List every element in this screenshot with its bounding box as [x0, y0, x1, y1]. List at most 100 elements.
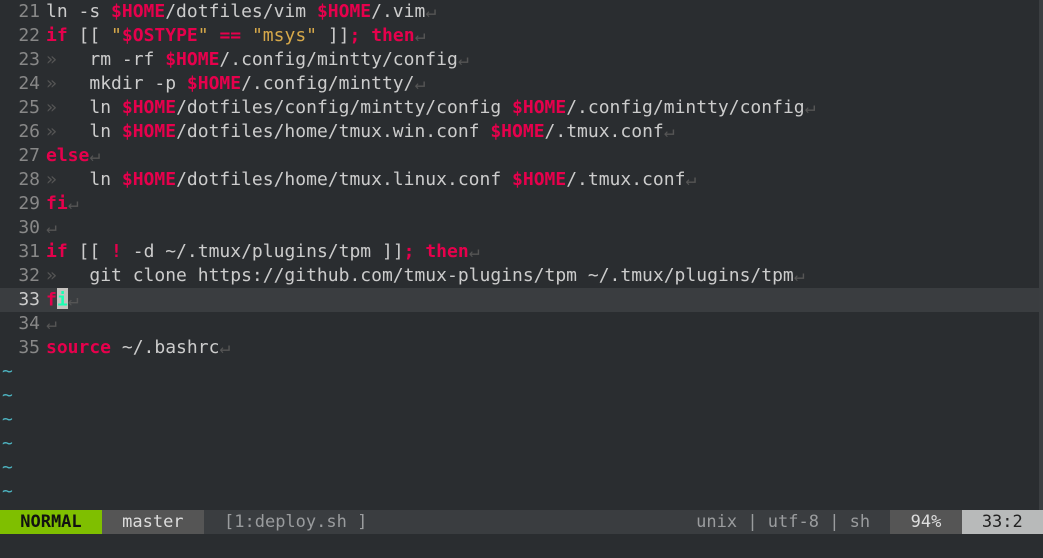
token-fg: git clone https://github.com/tmux-plugin…	[89, 265, 793, 286]
line-number: 32	[0, 264, 46, 288]
code-line[interactable]: 32» git clone https://github.com/tmux-pl…	[0, 264, 1043, 288]
tilde-icon: ~	[0, 456, 46, 480]
code-line[interactable]: 28» ln $HOME/dotfiles/home/tmux.linux.co…	[0, 168, 1043, 192]
empty-line: ~	[0, 360, 1043, 384]
token-fg	[209, 25, 220, 46]
buffer-name-segment: [1:deploy.sh ]	[204, 510, 378, 534]
token-var: $HOME	[165, 49, 219, 70]
code-line[interactable]: 31if [[ ! -d ~/.tmux/plugins/tpm ]]; the…	[0, 240, 1043, 264]
tilde-icon: ~	[0, 480, 46, 504]
token-eol: ↵	[664, 121, 675, 142]
code-line[interactable]: 26» ln $HOME/dotfiles/home/tmux.win.conf…	[0, 120, 1043, 144]
token-var: $HOME	[512, 97, 566, 118]
code-line[interactable]: 24» mkdir -p $HOME/.config/mintty/↵	[0, 72, 1043, 96]
token-op: ;	[404, 241, 415, 262]
token-op: !	[111, 241, 122, 262]
line-number: 21	[0, 0, 46, 24]
token-ws: »	[46, 169, 89, 190]
token-op: ==	[219, 25, 241, 46]
code-line[interactable]: 30↵	[0, 216, 1043, 240]
line-number: 29	[0, 192, 46, 216]
line-content[interactable]: if [[ ! -d ~/.tmux/plugins/tpm ]]; then↵	[46, 240, 1043, 264]
line-content[interactable]: » mkdir -p $HOME/.config/mintty/↵	[46, 72, 1043, 96]
token-fg	[241, 25, 252, 46]
code-line[interactable]: 23» rm -rf $HOME/.config/mintty/config↵	[0, 48, 1043, 72]
line-number: 34	[0, 312, 46, 336]
line-number: 28	[0, 168, 46, 192]
line-number: 33	[0, 288, 46, 312]
code-line[interactable]: 34↵	[0, 312, 1043, 336]
vertical-scrollbar[interactable]	[1039, 0, 1043, 510]
line-content[interactable]: » ln $HOME/dotfiles/config/mintty/config…	[46, 96, 1043, 120]
code-line[interactable]: 27else↵	[0, 144, 1043, 168]
line-number: 35	[0, 336, 46, 360]
tilde-icon: ~	[0, 432, 46, 456]
line-number: 27	[0, 144, 46, 168]
token-op: ;	[350, 25, 361, 46]
token-eol: ↵	[68, 289, 79, 310]
line-content[interactable]: ln -s $HOME/dotfiles/vim $HOME/.vim↵	[46, 0, 1043, 24]
line-number: 26	[0, 120, 46, 144]
token-str: "	[111, 25, 122, 46]
token-kw: then	[371, 25, 414, 46]
code-line[interactable]: 33fi↵	[0, 288, 1043, 312]
token-ws: »	[46, 97, 89, 118]
token-fg: /dotfiles/vim	[165, 1, 317, 22]
code-line[interactable]: 35source ~/.bashrc↵	[0, 336, 1043, 360]
code-area[interactable]: 21ln -s $HOME/dotfiles/vim $HOME/.vim↵22…	[0, 0, 1043, 510]
token-fg: ln	[89, 121, 122, 142]
token-fg: /dotfiles/home/tmux.linux.conf	[176, 169, 512, 190]
token-fg: mkdir -p	[89, 73, 187, 94]
token-fg	[360, 25, 371, 46]
token-fg: /.config/mintty/config	[566, 97, 804, 118]
line-content[interactable]: else↵	[46, 144, 1043, 168]
line-number: 22	[0, 24, 46, 48]
code-line[interactable]: 25» ln $HOME/dotfiles/config/mintty/conf…	[0, 96, 1043, 120]
token-var: $HOME	[187, 73, 241, 94]
token-fg: ln	[89, 169, 122, 190]
token-fg: -d ~/.tmux/plugins/tpm ]]	[122, 241, 404, 262]
command-line[interactable]	[0, 534, 1043, 558]
line-content[interactable]: ↵	[46, 216, 1043, 240]
empty-line: ~	[0, 408, 1043, 432]
empty-line: ~	[0, 456, 1043, 480]
token-eol: ↵	[46, 217, 57, 238]
tilde-icon: ~	[0, 384, 46, 408]
token-fg: /dotfiles/config/mintty/config	[176, 97, 512, 118]
cursor-position-segment: 33:2	[962, 510, 1043, 534]
token-kw: then	[425, 241, 468, 262]
code-line[interactable]: 22if [[ "$OSTYPE" == "msys" ]]; then↵	[0, 24, 1043, 48]
line-number: 25	[0, 96, 46, 120]
line-content[interactable]: ↵	[46, 312, 1043, 336]
scroll-percent-segment: 94%	[890, 510, 961, 534]
token-var: $HOME	[512, 169, 566, 190]
tilde-icon: ~	[0, 360, 46, 384]
line-number: 23	[0, 48, 46, 72]
token-fg	[415, 241, 426, 262]
token-eol: ↵	[219, 337, 230, 358]
token-kw: source	[46, 337, 111, 358]
empty-line: ~	[0, 432, 1043, 456]
line-content[interactable]: » ln $HOME/dotfiles/home/tmux.win.conf $…	[46, 120, 1043, 144]
token-fg: ln -s	[46, 1, 111, 22]
token-fg: [[	[68, 25, 111, 46]
token-fg: /.tmux.conf	[566, 169, 685, 190]
line-content[interactable]: source ~/.bashrc↵	[46, 336, 1043, 360]
line-content[interactable]: » git clone https://github.com/tmux-plug…	[46, 264, 1043, 288]
token-var: $HOME	[490, 121, 544, 142]
token-eol: ↵	[458, 49, 469, 70]
token-ws: »	[46, 121, 89, 142]
line-content[interactable]: » ln $HOME/dotfiles/home/tmux.linux.conf…	[46, 168, 1043, 192]
line-content[interactable]: » rm -rf $HOME/.config/mintty/config↵	[46, 48, 1043, 72]
line-content[interactable]: fi↵	[46, 288, 1043, 312]
line-content[interactable]: fi↵	[46, 192, 1043, 216]
token-fg: ~/.bashrc	[111, 337, 219, 358]
statusline: NORMAL master [1:deploy.sh ] unix | utf-…	[0, 510, 1043, 534]
token-var: $HOME	[122, 169, 176, 190]
code-line[interactable]: 21ln -s $HOME/dotfiles/vim $HOME/.vim↵	[0, 0, 1043, 24]
token-ws: »	[46, 49, 89, 70]
token-str: "	[198, 25, 209, 46]
code-line[interactable]: 29fi↵	[0, 192, 1043, 216]
line-number: 31	[0, 240, 46, 264]
line-content[interactable]: if [[ "$OSTYPE" == "msys" ]]; then↵	[46, 24, 1043, 48]
